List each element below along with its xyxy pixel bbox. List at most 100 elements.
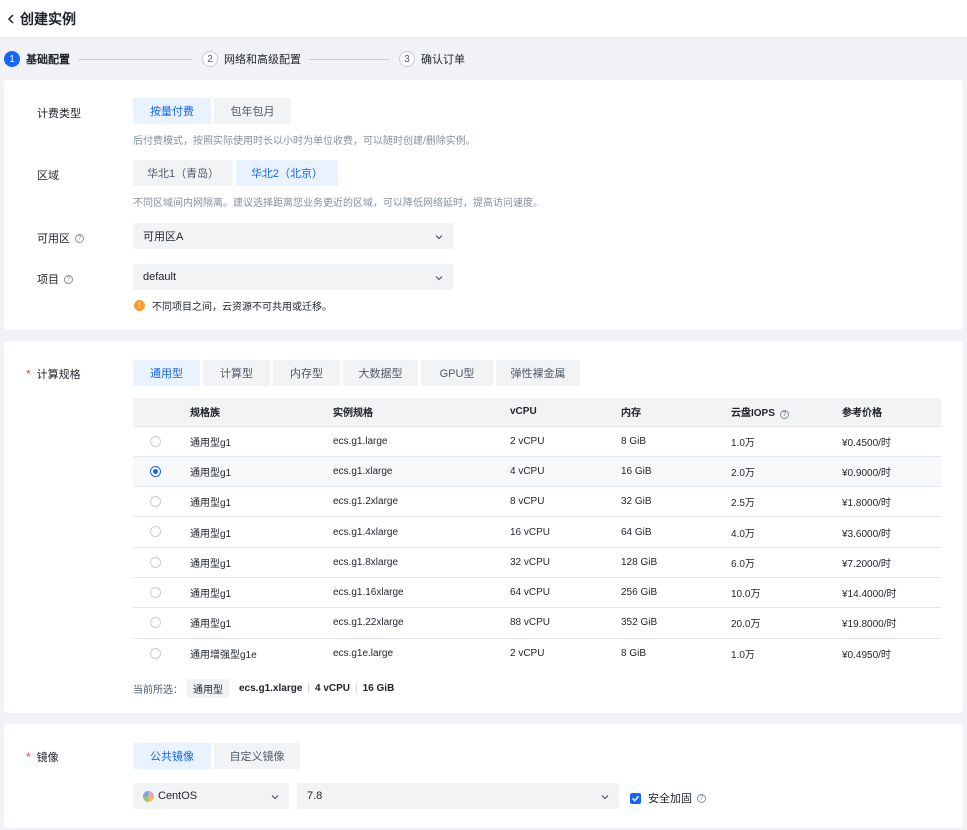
current-selection-tag: 通用型 xyxy=(187,679,229,698)
cell-family: 通用型g1 xyxy=(178,486,321,517)
billing-option-subscription[interactable]: 包年包月 xyxy=(214,98,291,124)
help-icon[interactable]: ? xyxy=(64,274,73,284)
spec-tab-bigdata[interactable]: 大数据型 xyxy=(343,360,418,386)
help-icon[interactable]: ? xyxy=(75,233,84,243)
spec-type-tabs: 通用型 计算型 内存型 大数据型 GPU型 弹性裸金属 xyxy=(133,360,580,386)
separator: | xyxy=(355,683,358,694)
chevron-down-icon xyxy=(271,792,279,800)
help-icon[interactable]: ? xyxy=(779,410,789,420)
row-radio[interactable] xyxy=(150,587,161,599)
cell-spec: ecs.g1.22xlarge xyxy=(321,607,498,639)
cell-family: 通用型g1 xyxy=(178,516,321,548)
project-select-value: default xyxy=(143,271,177,283)
cell-memory: 128 GiB xyxy=(609,546,719,578)
required-mark: * xyxy=(26,750,31,764)
row-radio[interactable] xyxy=(150,465,161,477)
billing-option-pay-as-you-go[interactable]: 按量付费 xyxy=(133,98,211,124)
separator: | xyxy=(307,683,310,694)
cell-vcpu: 88 vCPU xyxy=(498,607,609,639)
cell-iops: 4.0万 xyxy=(719,516,830,548)
step-2-number: 2 xyxy=(202,51,218,67)
spec-tab-compute[interactable]: 计算型 xyxy=(203,360,270,386)
cell-vcpu: 8 vCPU xyxy=(498,486,609,517)
step-2-label: 网络和高级配置 xyxy=(224,54,301,66)
table-header-row: 规格族 实例规格 vCPU 内存 云盘IOPS? 参考价格 xyxy=(133,398,941,426)
current-selection-label: 当前所选： xyxy=(133,685,183,696)
cell-price: ¥0.9000/时 xyxy=(830,455,941,487)
chevron-left-icon[interactable] xyxy=(6,13,16,24)
table-row[interactable]: 通用增强型g1e ecs.g1e.large 2 vCPU 8 GiB 1.0万 ¥0.4… xyxy=(133,637,941,669)
image-label-text: 镜像 xyxy=(36,752,59,764)
cell-iops: 1.0万 xyxy=(719,637,830,669)
region-option-beijing[interactable]: 华北2（北京） xyxy=(236,160,338,186)
step-2[interactable]: 2 网络和高级配置 xyxy=(202,51,301,67)
row-select-cell xyxy=(133,486,178,517)
row-radio[interactable] xyxy=(150,496,161,508)
step-1-label: 基础配置 xyxy=(26,54,70,66)
table-row[interactable]: 通用型g1 ecs.g1.8xlarge 32 vCPU 128 GiB 6.0万 ¥7.… xyxy=(133,546,941,578)
table-row[interactable]: 通用型g1 ecs.g1.4xlarge 16 vCPU 64 GiB 4.0万 ¥3.6… xyxy=(133,516,941,548)
row-select-cell xyxy=(133,455,178,487)
table-row[interactable]: 通用型g1 ecs.g1.2xlarge 8 vCPU 32 GiB 2.5万 ¥1.80… xyxy=(133,486,941,517)
column-header-family: 规格族 xyxy=(178,398,321,426)
row-radio[interactable] xyxy=(150,556,161,568)
os-version-select[interactable]: 7.8 xyxy=(297,783,619,809)
zone-select-value: 可用区A xyxy=(143,231,184,243)
spec-tab-memory[interactable]: 内存型 xyxy=(273,360,340,386)
image-tab-public[interactable]: 公共镜像 xyxy=(133,743,211,769)
centos-logo-icon xyxy=(143,790,154,802)
step-connector xyxy=(309,58,389,60)
spec-table: 规格族 实例规格 vCPU 内存 云盘IOPS? 参考价格 通用型g1 ecs.g… xyxy=(133,398,941,669)
image-label: * 镜像 xyxy=(26,749,59,765)
current-selection-vcpu: 4 vCPU xyxy=(314,683,350,694)
spec-label-text: 计算规格 xyxy=(36,369,81,381)
cell-iops: 2.5万 xyxy=(719,486,830,517)
image-tab-custom[interactable]: 自定义镜像 xyxy=(214,743,300,769)
cell-vcpu: 64 vCPU xyxy=(498,576,609,608)
spec-tab-gpu[interactable]: GPU型 xyxy=(421,360,493,386)
row-radio[interactable] xyxy=(150,617,161,629)
table-row[interactable]: 通用型g1 ecs.g1.16xlarge 64 vCPU 256 GiB 10.0万 ¥… xyxy=(133,576,941,608)
cell-family: 通用型g1 xyxy=(178,425,321,457)
image-type-tabs: 公共镜像 自定义镜像 xyxy=(133,743,300,769)
cell-price: ¥14.4000/时 xyxy=(830,576,941,608)
os-select[interactable]: CentOS xyxy=(133,783,289,809)
project-label: 项目 ? xyxy=(37,271,73,287)
security-hardening-checkbox[interactable] xyxy=(630,792,641,804)
table-row[interactable]: 通用型g1 ecs.g1.xlarge 4 vCPU 16 GiB 2.0万 ¥0.900… xyxy=(133,455,941,487)
cell-spec: ecs.g1e.large xyxy=(321,637,498,669)
zone-select[interactable]: 可用区A xyxy=(133,223,453,249)
cell-iops: 1.0万 xyxy=(719,425,830,457)
cell-memory: 256 GiB xyxy=(609,576,719,608)
step-1[interactable]: 1 基础配置 xyxy=(4,51,70,67)
row-radio[interactable] xyxy=(150,647,161,659)
region-option-qingdao[interactable]: 华北1（青岛） xyxy=(133,160,233,186)
os-select-value: CentOS xyxy=(158,790,198,802)
spec-tab-bare-metal[interactable]: 弹性裸金属 xyxy=(496,360,580,386)
table-row[interactable]: 通用型g1 ecs.g1.22xlarge 88 vCPU 352 GiB 20.0万 ¥… xyxy=(133,607,941,639)
cell-price: ¥3.6000/时 xyxy=(830,516,941,548)
help-icon[interactable]: ? xyxy=(697,793,706,803)
cell-iops: 2.0万 xyxy=(719,455,830,487)
cell-memory: 32 GiB xyxy=(609,486,719,517)
cell-family: 通用型g1 xyxy=(178,455,321,487)
page-title: 创建实例 xyxy=(20,10,76,27)
step-3[interactable]: 3 确认订单 xyxy=(399,51,465,67)
current-selection-memory: 16 GiB xyxy=(362,683,395,694)
cell-vcpu: 2 vCPU xyxy=(498,637,609,669)
spec-tab-general[interactable]: 通用型 xyxy=(133,360,200,386)
page-header: 创建实例 xyxy=(0,0,967,38)
cell-family: 通用型g1 xyxy=(178,546,321,578)
cell-price: ¥0.4500/时 xyxy=(830,425,941,457)
os-select-value-wrap: CentOS xyxy=(143,790,197,802)
region-label: 区域 xyxy=(37,170,59,182)
project-select[interactable]: default xyxy=(133,264,453,290)
table-row[interactable]: 通用型g1 ecs.g1.large 2 vCPU 8 GiB 1.0万 ¥0.4500/… xyxy=(133,425,941,457)
chevron-down-icon xyxy=(601,792,609,800)
column-header-vcpu: vCPU xyxy=(498,398,609,426)
row-radio[interactable] xyxy=(150,435,161,447)
cell-vcpu: 4 vCPU xyxy=(498,455,609,487)
row-radio[interactable] xyxy=(150,526,161,538)
cell-price: ¥1.8000/时 xyxy=(830,486,941,517)
chevron-down-icon xyxy=(435,232,443,240)
